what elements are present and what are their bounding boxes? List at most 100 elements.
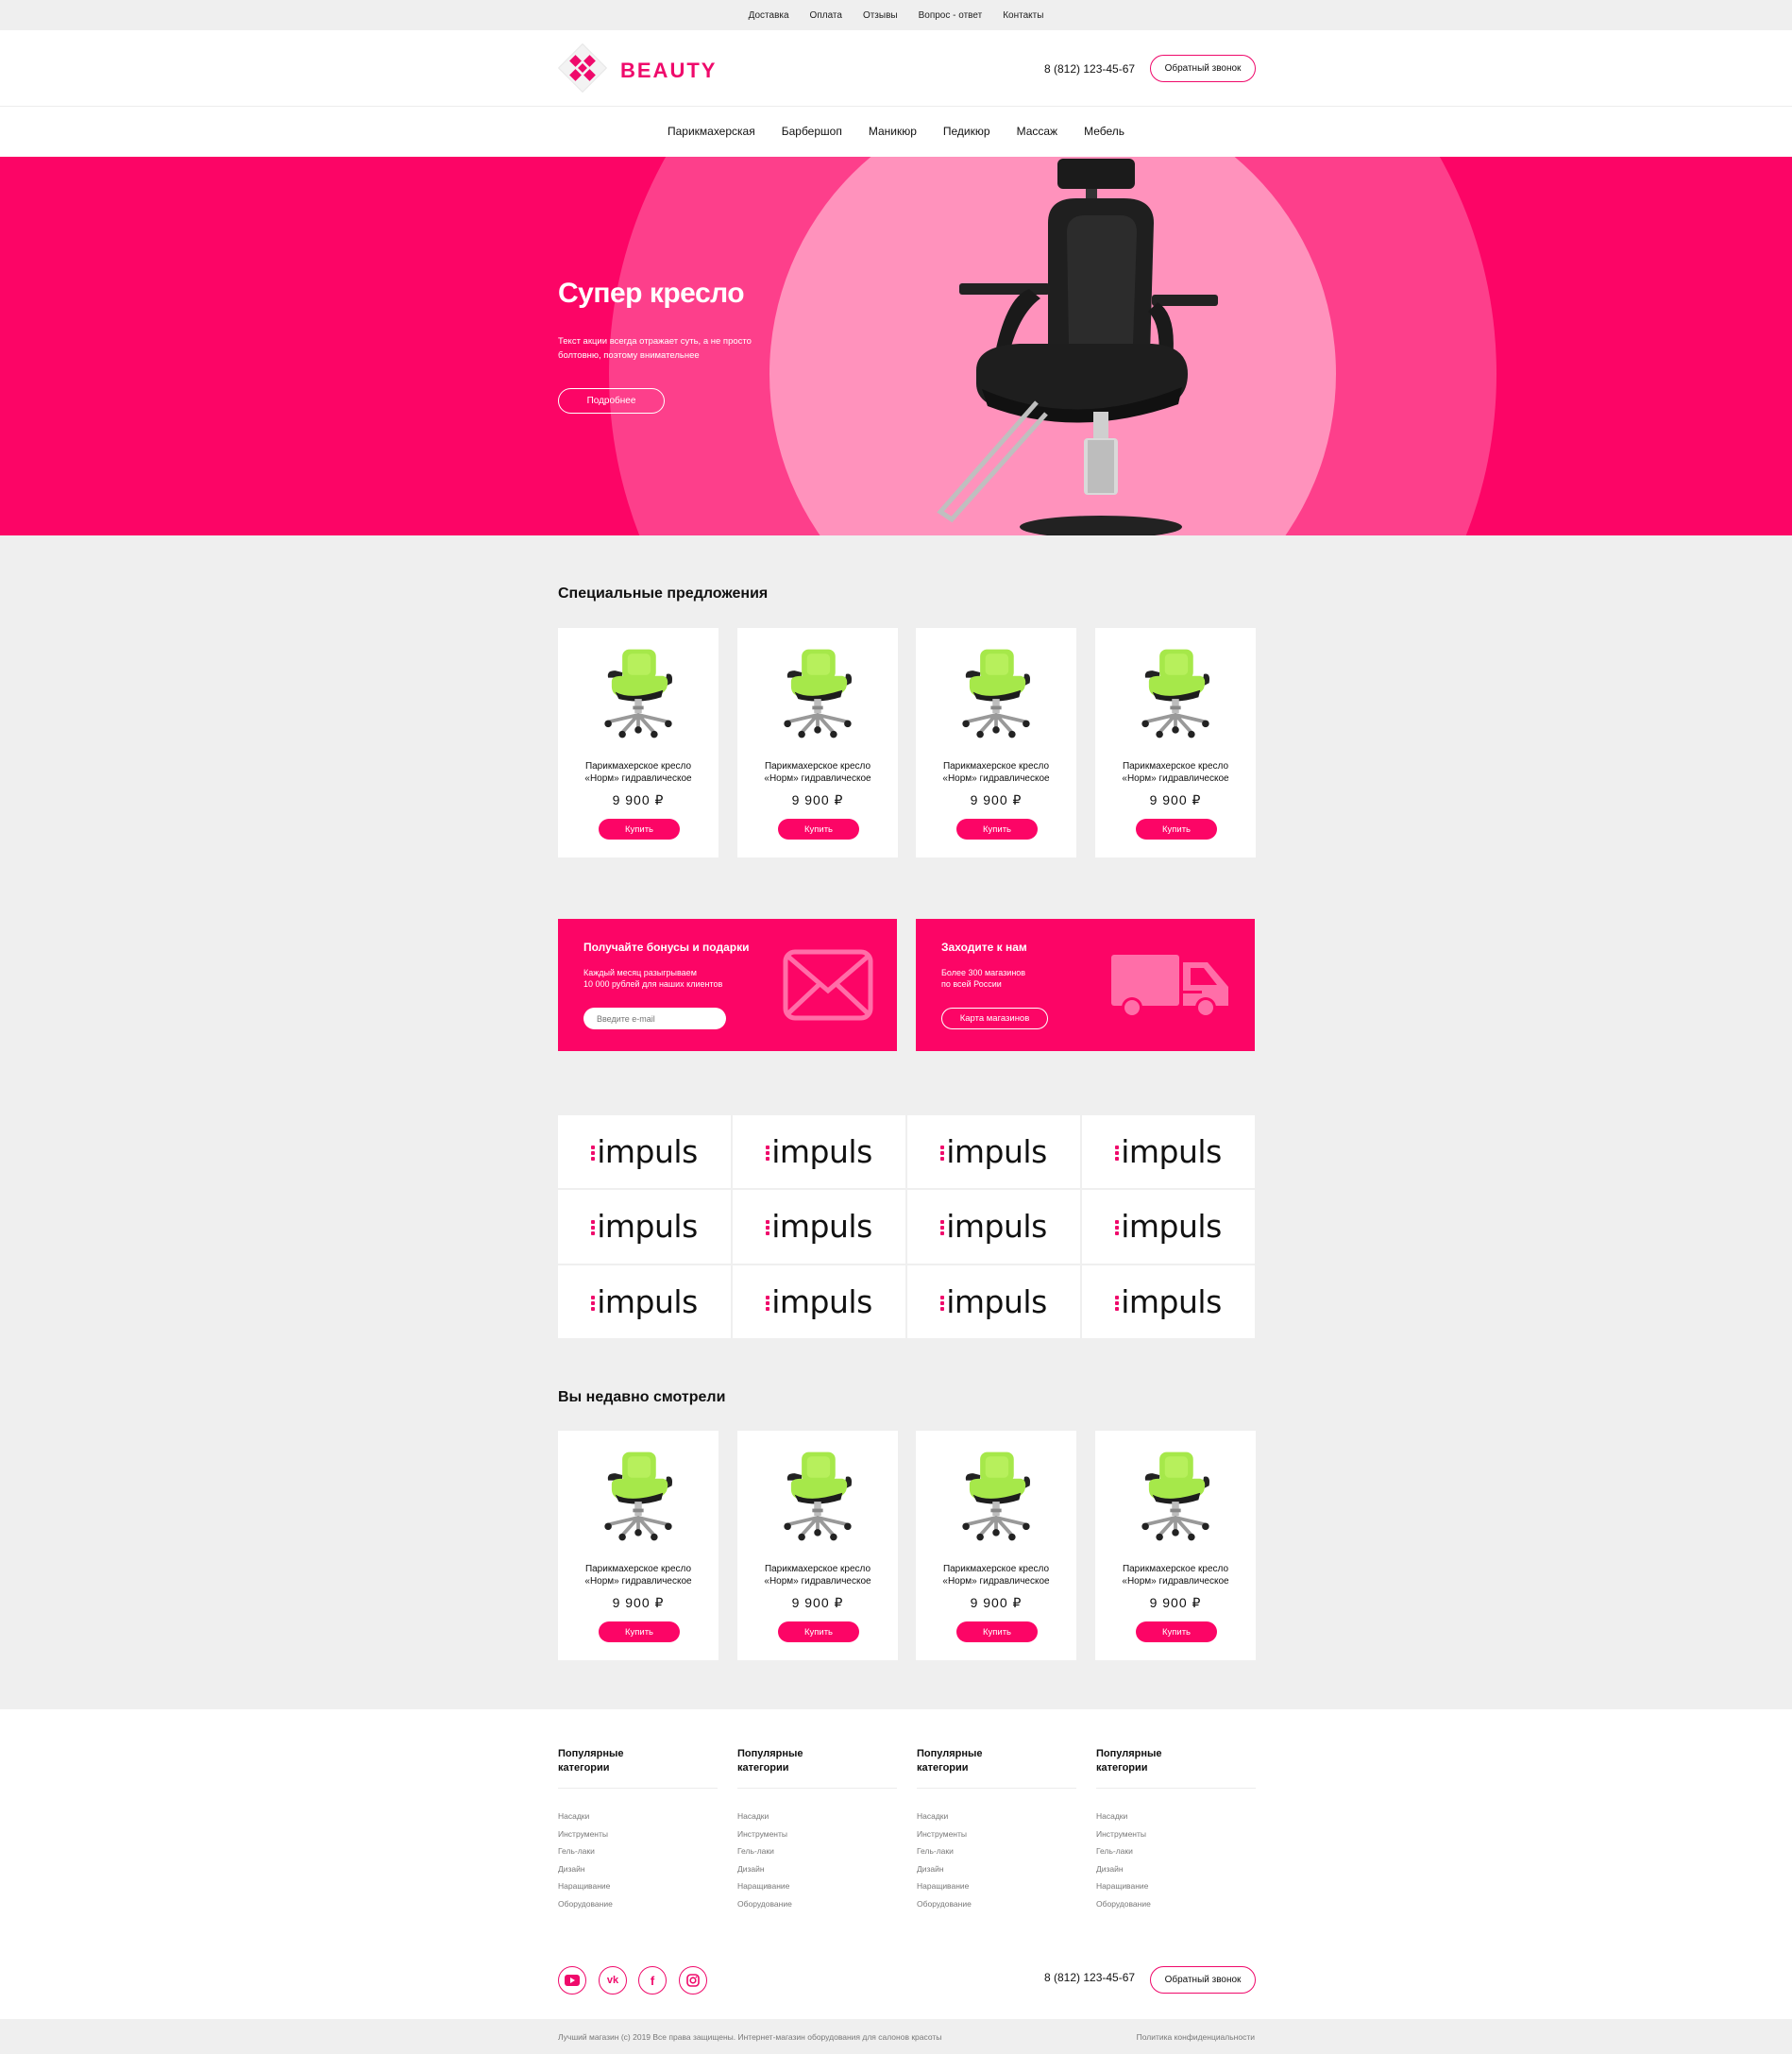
privacy-policy-link[interactable]: Политика конфиденциальности xyxy=(1137,2032,1255,2042)
footer-link[interactable]: Насадки xyxy=(558,1808,718,1825)
footer-link[interactable]: Дизайн xyxy=(558,1860,718,1878)
nav-item-massage[interactable]: Массаж xyxy=(1017,125,1058,138)
product-name[interactable]: Парикмахерское кресло «Норм» гидравлическ… xyxy=(1095,1563,1256,1587)
buy-button[interactable]: Купить xyxy=(956,819,1038,840)
product-card[interactable]: Парикмахерское кресло «Норм» гидравлическ… xyxy=(558,1431,718,1660)
brand-logo[interactable]: impuls xyxy=(907,1265,1080,1338)
footer-link[interactable]: Инструменты xyxy=(558,1825,718,1843)
brand-logo[interactable]: impuls xyxy=(1082,1115,1255,1189)
top-link-delivery[interactable]: Доставка xyxy=(749,10,789,21)
nav-item-barbershop[interactable]: Барбершоп xyxy=(782,125,842,138)
footer-link[interactable]: Дизайн xyxy=(737,1860,897,1878)
footer-column: Популярные категории Насадки Инструменты … xyxy=(558,1747,718,1912)
chair-product-image[interactable] xyxy=(596,643,681,742)
footer-link[interactable]: Инструменты xyxy=(737,1825,897,1843)
footer-link[interactable]: Инструменты xyxy=(1096,1825,1256,1843)
nav-item-furniture[interactable]: Мебель xyxy=(1084,125,1124,138)
footer-link[interactable]: Дизайн xyxy=(1096,1860,1256,1878)
buy-button[interactable]: Купить xyxy=(599,1621,680,1642)
brand-logo[interactable]: impuls xyxy=(733,1115,905,1189)
top-link-faq[interactable]: Вопрос - ответ xyxy=(919,10,983,21)
stores-map-button[interactable]: Карта магазинов xyxy=(941,1008,1048,1029)
main-nav: Парикмахерская Барбершоп Маникюр Педикюр… xyxy=(0,107,1792,157)
footer-link[interactable]: Гель-лаки xyxy=(737,1842,897,1860)
chair-product-image[interactable] xyxy=(775,1446,860,1545)
product-card[interactable]: Парикмахерское кресло «Норм» гидравлическ… xyxy=(1095,628,1256,857)
brand-logo[interactable]: impuls xyxy=(1082,1265,1255,1338)
email-field[interactable] xyxy=(583,1008,726,1029)
nav-item-manicure[interactable]: Маникюр xyxy=(869,125,917,138)
top-link-reviews[interactable]: Отзывы xyxy=(863,10,898,21)
instagram-icon[interactable] xyxy=(679,1966,707,1995)
product-name[interactable]: Парикмахерское кресло «Норм» гидравлическ… xyxy=(916,760,1076,785)
header-phone[interactable]: 8 (812) 123-45-67 xyxy=(1044,62,1135,76)
footer-link[interactable]: Гель-лаки xyxy=(1096,1842,1256,1860)
footer-link[interactable]: Наращивание xyxy=(558,1877,718,1895)
brand-logo[interactable]: impuls xyxy=(907,1190,1080,1264)
footer-link[interactable]: Гель-лаки xyxy=(558,1842,718,1860)
footer-link[interactable]: Наращивание xyxy=(1096,1877,1256,1895)
brand-logo[interactable]: impuls xyxy=(1082,1190,1255,1264)
footer-links: Насадки Инструменты Гель-лаки Дизайн Нар… xyxy=(737,1808,897,1912)
copyright-text: Лучший магазин (c) 2019 Все права защище… xyxy=(558,2032,942,2042)
footer-link[interactable]: Оборудование xyxy=(1096,1895,1256,1913)
logo-icon[interactable] xyxy=(558,43,607,93)
chair-product-image[interactable] xyxy=(954,1446,1039,1545)
chair-product-image[interactable] xyxy=(775,643,860,742)
footer-link[interactable]: Насадки xyxy=(917,1808,1076,1825)
product-name[interactable]: Парикмахерское кресло «Норм» гидравлическ… xyxy=(558,760,718,785)
brand-logo[interactable]: impuls xyxy=(733,1265,905,1338)
vk-icon[interactable]: vk xyxy=(599,1966,627,1995)
top-link-contacts[interactable]: Контакты xyxy=(1003,10,1043,21)
product-card[interactable]: Парикмахерское кресло «Норм» гидравлическ… xyxy=(558,628,718,857)
brand-logo[interactable]: impuls xyxy=(558,1265,731,1338)
product-name[interactable]: Парикмахерское кресло «Норм» гидравлическ… xyxy=(1095,760,1256,785)
brand-logo[interactable]: impuls xyxy=(558,1115,731,1189)
footer-link[interactable]: Дизайн xyxy=(917,1860,1076,1878)
product-card[interactable]: Парикмахерское кресло «Норм» гидравлическ… xyxy=(1095,1431,1256,1660)
product-card[interactable]: Парикмахерское кресло «Норм» гидравлическ… xyxy=(916,1431,1076,1660)
brand-logo[interactable]: impuls xyxy=(733,1190,905,1264)
brand-logo[interactable]: impuls xyxy=(558,1190,731,1264)
buy-button[interactable]: Купить xyxy=(778,819,859,840)
buy-button[interactable]: Купить xyxy=(956,1621,1038,1642)
footer-link[interactable]: Наращивание xyxy=(917,1877,1076,1895)
chair-product-image[interactable] xyxy=(954,643,1039,742)
buy-button[interactable]: Купить xyxy=(778,1621,859,1642)
callback-button[interactable]: Обратный звонок xyxy=(1150,55,1256,82)
footer-link[interactable]: Наращивание xyxy=(737,1877,897,1895)
product-card[interactable]: Парикмахерское кресло «Норм» гидравлическ… xyxy=(737,1431,898,1660)
top-link-payment[interactable]: Оплата xyxy=(810,10,842,21)
product-name[interactable]: Парикмахерское кресло «Норм» гидравлическ… xyxy=(916,1563,1076,1587)
youtube-icon[interactable] xyxy=(558,1966,586,1995)
logo-text[interactable]: BEAUTY xyxy=(620,59,717,83)
facebook-icon[interactable]: f xyxy=(638,1966,667,1995)
product-name[interactable]: Парикмахерское кресло «Норм» гидравлическ… xyxy=(558,1563,718,1587)
footer-link[interactable]: Инструменты xyxy=(917,1825,1076,1843)
footer-link[interactable]: Оборудование xyxy=(558,1895,718,1913)
nav-links: Парикмахерская Барбершоп Маникюр Педикюр… xyxy=(0,125,1792,138)
buy-button[interactable]: Купить xyxy=(1136,819,1217,840)
product-card[interactable]: Парикмахерское кресло «Норм» гидравлическ… xyxy=(737,628,898,857)
footer-column: Популярные категории Насадки Инструменты … xyxy=(917,1747,1076,1912)
product-name[interactable]: Парикмахерское кресло «Норм» гидравлическ… xyxy=(737,760,898,785)
buy-button[interactable]: Купить xyxy=(599,819,680,840)
product-name[interactable]: Парикмахерское кресло «Норм» гидравлическ… xyxy=(737,1563,898,1587)
footer-callback-button[interactable]: Обратный звонок xyxy=(1150,1966,1256,1994)
footer-phone[interactable]: 8 (812) 123-45-67 xyxy=(1044,1971,1135,1984)
footer-link[interactable]: Оборудование xyxy=(737,1895,897,1913)
footer-link[interactable]: Насадки xyxy=(737,1808,897,1825)
chair-product-image[interactable] xyxy=(596,1446,681,1545)
chair-product-image[interactable] xyxy=(1133,643,1218,742)
nav-item-pedicure[interactable]: Педикюр xyxy=(943,125,990,138)
chair-product-image[interactable] xyxy=(1133,1446,1218,1545)
footer-link[interactable]: Насадки xyxy=(1096,1808,1256,1825)
brand-logo[interactable]: impuls xyxy=(907,1115,1080,1189)
stores-text: Более 300 магазинов по всей России xyxy=(941,968,1026,989)
product-card[interactable]: Парикмахерское кресло «Норм» гидравлическ… xyxy=(916,628,1076,857)
hero-more-button[interactable]: Подробнее xyxy=(558,388,665,414)
footer-link[interactable]: Гель-лаки xyxy=(917,1842,1076,1860)
buy-button[interactable]: Купить xyxy=(1136,1621,1217,1642)
footer-link[interactable]: Оборудование xyxy=(917,1895,1076,1913)
nav-item-hairdressing[interactable]: Парикмахерская xyxy=(668,125,755,138)
